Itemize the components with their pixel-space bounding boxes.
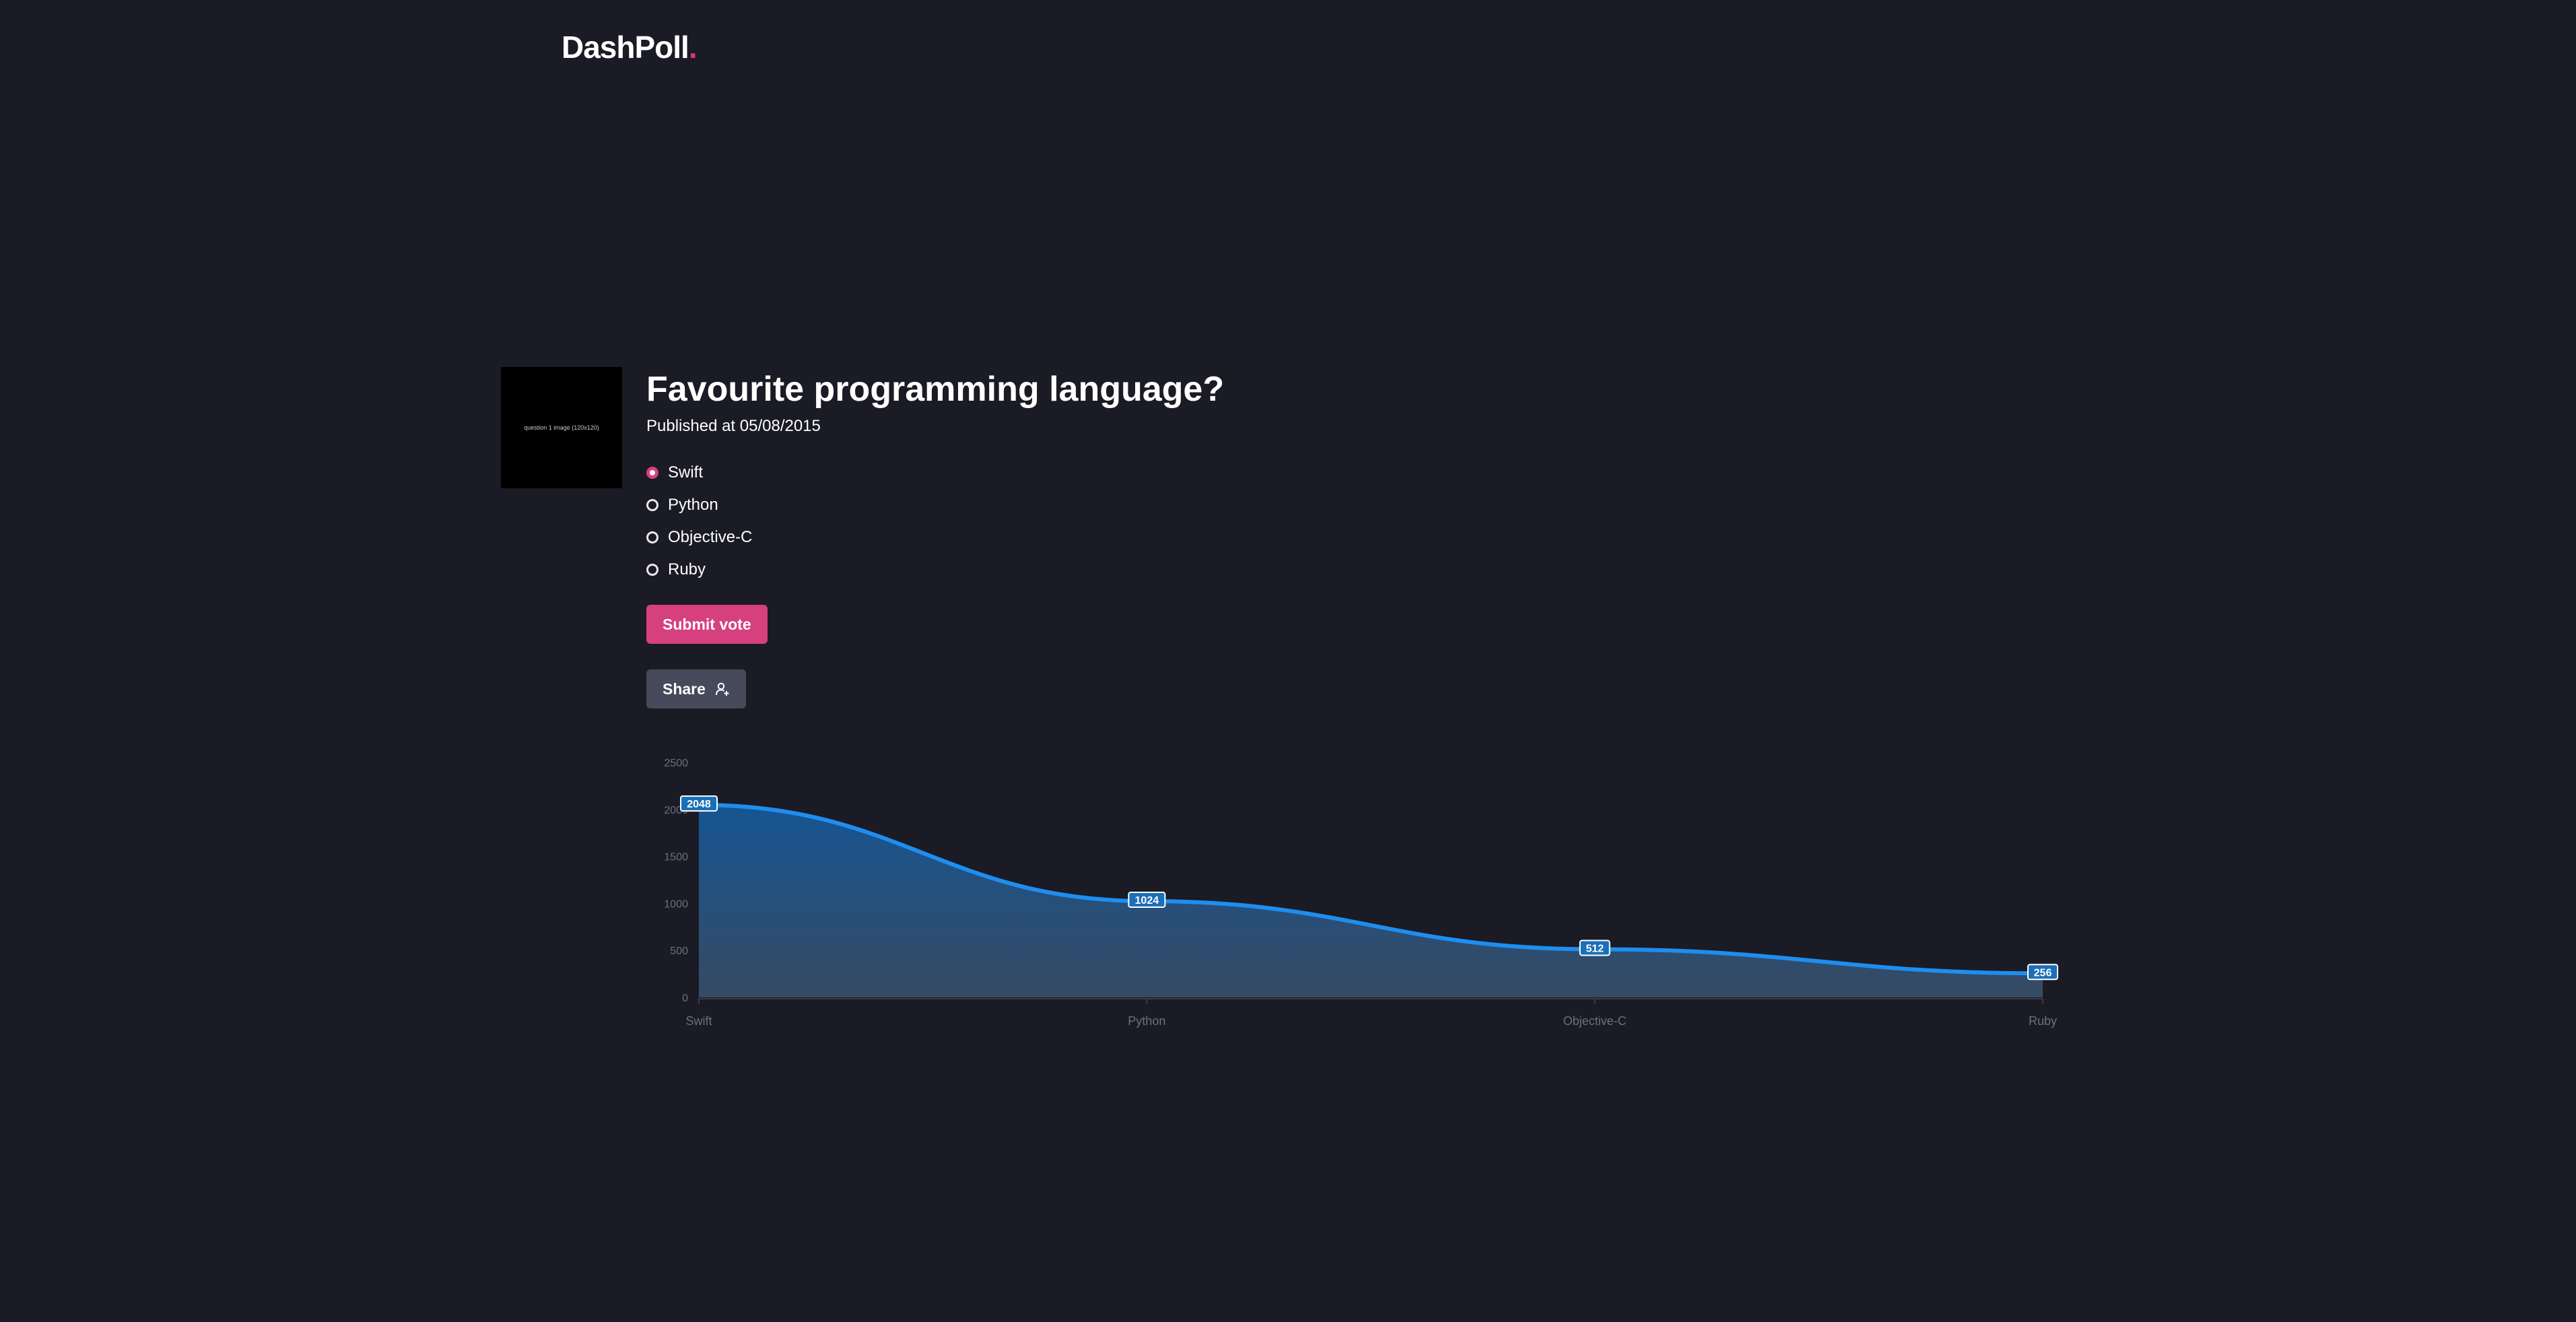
option-ruby[interactable]: Ruby xyxy=(646,554,2128,586)
area-fill xyxy=(699,805,2043,997)
radio-objective-c[interactable] xyxy=(646,531,658,543)
votes-chart: 05001000150020002500 Swift Python Objectiv… xyxy=(664,758,2058,1028)
x-tick-label: Ruby xyxy=(2029,1014,2057,1028)
user-plus-icon xyxy=(715,682,730,696)
y-tick-label: 2500 xyxy=(664,758,688,769)
x-tick-label: Swift xyxy=(685,1014,712,1028)
poll-options: Swift Python Objective-C Ruby xyxy=(646,457,2128,586)
option-label-swift: Swift xyxy=(668,463,704,482)
poll-content: Favourite programming language? Publishe… xyxy=(646,364,2128,708)
logo-text: DashPoll xyxy=(562,30,689,65)
option-label-objective-c: Objective-C xyxy=(668,528,753,546)
data-label-text: 1024 xyxy=(1135,895,1159,906)
x-tick-label: Python xyxy=(1128,1014,1165,1028)
radio-ruby[interactable] xyxy=(646,564,658,576)
y-axis: 05001000150020002500 xyxy=(664,758,688,1004)
data-label: 1024 xyxy=(1128,892,1166,908)
published-date: Published at 05/08/2015 xyxy=(646,417,821,435)
poll-image: question 1 image (120x120) xyxy=(501,367,622,488)
data-label-text: 256 xyxy=(2034,967,2052,979)
x-axis: Swift Python Objective-C Ruby xyxy=(685,998,2057,1028)
data-label: 256 xyxy=(2027,964,2058,981)
poll-image-caption: question 1 image (120x120) xyxy=(524,424,599,431)
option-label-ruby: Ruby xyxy=(668,560,706,579)
option-label-python: Python xyxy=(668,496,718,514)
x-tick-label: Objective-C xyxy=(1563,1014,1627,1028)
data-label-text: 2048 xyxy=(687,799,711,810)
radio-python[interactable] xyxy=(646,499,658,511)
logo[interactable]: DashPoll. xyxy=(562,27,698,67)
share-button[interactable]: Share xyxy=(646,669,746,708)
data-label: 512 xyxy=(1579,939,1611,956)
y-tick-label: 0 xyxy=(682,993,688,1004)
share-label: Share xyxy=(663,680,706,698)
option-swift[interactable]: Swift xyxy=(646,457,2128,489)
option-python[interactable]: Python xyxy=(646,489,2128,521)
data-label: 2048 xyxy=(680,795,718,812)
logo-dot: . xyxy=(688,30,698,65)
option-objective-c[interactable]: Objective-C xyxy=(646,521,2128,554)
poll-title: Favourite programming language? xyxy=(646,370,1225,409)
y-tick-label: 500 xyxy=(670,946,688,957)
submit-vote-button[interactable]: Submit vote xyxy=(646,605,768,644)
radio-swift[interactable] xyxy=(646,467,658,479)
data-label-text: 512 xyxy=(1586,944,1604,955)
y-tick-label: 1000 xyxy=(664,898,688,910)
y-tick-label: 1500 xyxy=(664,852,688,863)
